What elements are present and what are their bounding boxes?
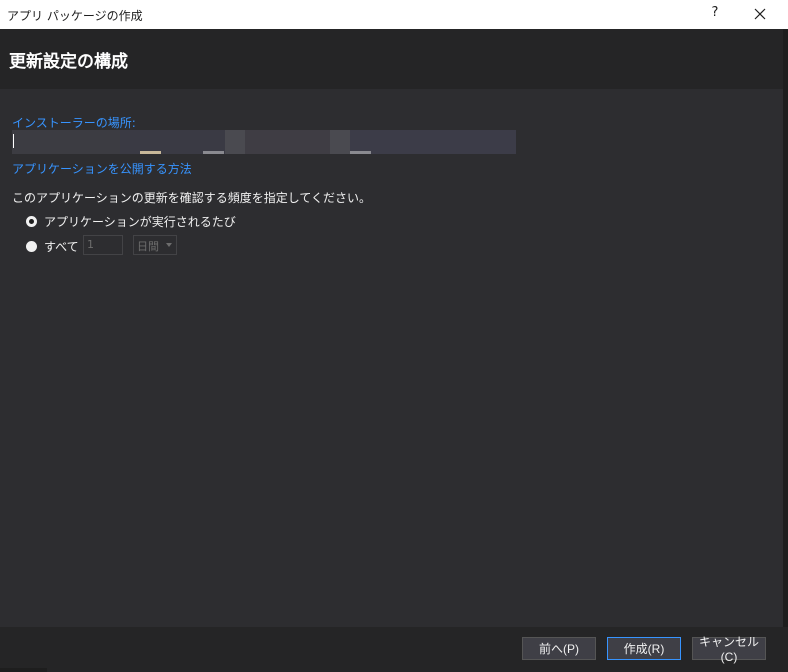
page-title: 更新設定の構成 [9, 52, 128, 72]
radio-every-run-label: アプリケーションが実行されるたび [44, 215, 236, 229]
cancel-button[interactable]: キャンセル(C) [692, 635, 766, 664]
radio-every-interval[interactable]: すべて [26, 238, 79, 255]
radio-every-run[interactable]: アプリケーションが実行されるたび [26, 213, 236, 230]
interval-unit-select[interactable]: 日間 [133, 235, 177, 255]
title-bar: アプリ パッケージの作成 ? [0, 0, 788, 29]
radio-button-checked[interactable] [26, 216, 37, 227]
help-button[interactable]: ? [709, 5, 721, 20]
create-button[interactable]: 作成(R) [607, 637, 681, 660]
window-edge-bottom [0, 668, 47, 672]
chevron-down-icon [166, 243, 172, 247]
redacted-mark [140, 151, 161, 154]
publish-help-link[interactable]: アプリケーションを公開する方法 [12, 160, 192, 177]
installer-location-label: インストーラーの場所: [12, 116, 136, 130]
radio-every-interval-label: すべて [44, 240, 79, 254]
close-icon [754, 8, 766, 20]
redacted-text [330, 130, 350, 154]
back-button[interactable]: 前へ(P) [522, 637, 596, 660]
window-title: アプリ パッケージの作成 [7, 9, 143, 23]
redacted-text [245, 130, 330, 154]
close-button[interactable] [744, 2, 776, 26]
window-edge [783, 29, 788, 627]
interval-unit-value: 日間 [137, 240, 159, 253]
interval-value-input[interactable]: 1 [83, 235, 123, 255]
text-caret [13, 134, 14, 148]
redacted-mark [203, 151, 224, 154]
redacted-text [225, 130, 245, 154]
redacted-mark [350, 151, 371, 154]
radio-button-unchecked[interactable] [26, 241, 37, 252]
page-header: 更新設定の構成 [0, 29, 783, 89]
update-frequency-description: このアプリケーションの更新を確認する頻度を指定してください。 [12, 191, 372, 205]
redacted-text [350, 130, 516, 154]
